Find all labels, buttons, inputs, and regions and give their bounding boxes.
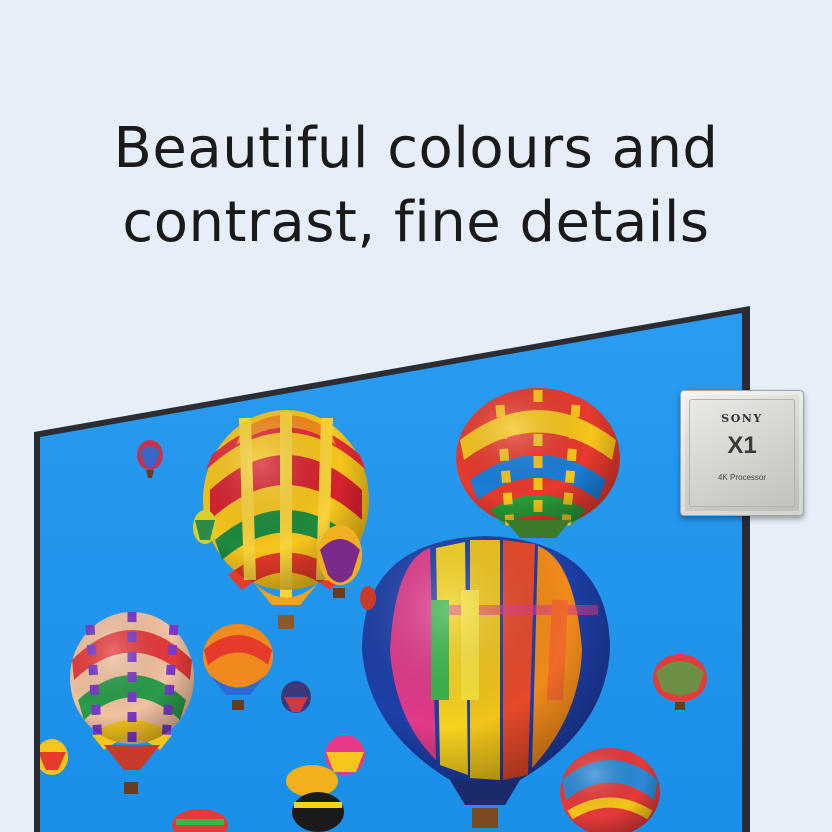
- balloon-small-4: [281, 681, 311, 713]
- balloon-small-10: [360, 586, 376, 610]
- product-banner: Beautiful colours and contrast, fine det…: [0, 0, 832, 832]
- balloon-checkered-bottom-right: [560, 748, 660, 832]
- processor-chip: SONY X1 4K Processor: [680, 390, 804, 516]
- chip-brand: SONY: [721, 412, 763, 425]
- balloon-small-7: [40, 739, 68, 775]
- chip-model: X1: [727, 432, 757, 459]
- balloon-small-2: [193, 510, 217, 544]
- chip-subtitle: 4K Processor: [717, 473, 767, 482]
- balloon-small-6: [325, 735, 365, 775]
